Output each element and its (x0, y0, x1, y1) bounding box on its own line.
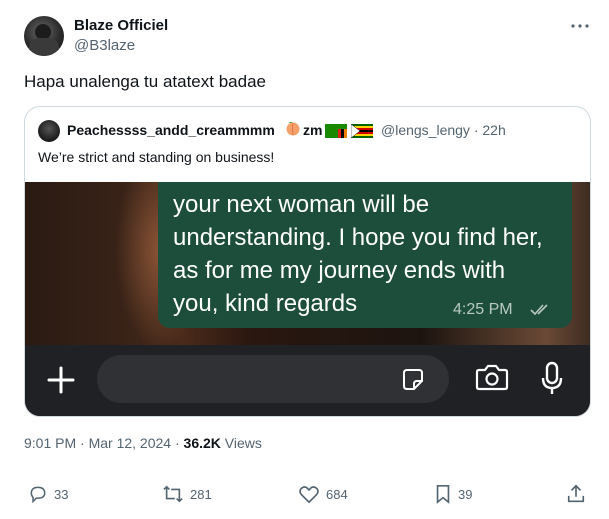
quoted-author-name: Peachessss_andd_creammmm (67, 122, 275, 138)
time-date: 9:01 PM · Mar 12, 2024 · (24, 435, 184, 451)
share-button[interactable] (566, 484, 586, 504)
bookmark-icon (436, 485, 450, 504)
zambia-flag-icon (325, 124, 347, 138)
bookmark-button[interactable]: 39 (434, 484, 472, 504)
peach-emoji-icon (286, 121, 300, 136)
quoted-text: We’re strict and standing on business! (38, 149, 275, 165)
plus-icon (47, 366, 75, 394)
author-name[interactable]: Blaze Officiel (74, 17, 168, 34)
views-label: Views (220, 435, 262, 451)
tweet-timestamp[interactable]: 9:01 PM · Mar 12, 2024 · 36.2K Views (24, 435, 262, 451)
share-icon (567, 484, 585, 503)
chat-message-time: 4:25 PM (453, 301, 513, 318)
zimbabwe-flag-icon (351, 123, 373, 139)
chat-input-bar (25, 345, 590, 416)
tweet: Blaze Officiel @B3laze Hapa unalenga tu … (0, 0, 609, 519)
double-check-icon (530, 304, 548, 316)
like-button[interactable]: 684 (298, 484, 348, 504)
like-icon (299, 486, 319, 504)
quoted-tweet[interactable]: Peachessss_andd_creammmm zm @lengs_lengy… (24, 106, 591, 417)
repost-icon (163, 485, 183, 503)
quoted-avatar (38, 120, 60, 142)
like-count: 684 (326, 486, 348, 502)
repost-count: 281 (190, 486, 212, 502)
camera-icon (475, 364, 509, 391)
tweet-text: Hapa unalenga tu atatext badae (24, 72, 266, 91)
author-avatar[interactable] (24, 16, 64, 56)
reply-count: 33 (54, 486, 69, 502)
microphone-icon (541, 361, 563, 394)
chat-input-field (97, 355, 449, 403)
quoted-media-image[interactable]: your next woman will be understanding. I… (25, 182, 590, 416)
reply-button[interactable]: 33 (28, 484, 68, 504)
zm-flag-text: zm (303, 122, 323, 138)
repost-button[interactable]: 281 (162, 484, 212, 504)
author-handle[interactable]: @B3laze (74, 37, 135, 54)
sticker-icon (403, 369, 423, 390)
reply-icon (30, 486, 46, 504)
more-icon[interactable] (568, 14, 592, 38)
quoted-handle-time: @lengs_lengy · 22h (381, 122, 506, 138)
views-count: 36.2K (183, 435, 221, 451)
bookmark-count: 39 (458, 486, 473, 502)
